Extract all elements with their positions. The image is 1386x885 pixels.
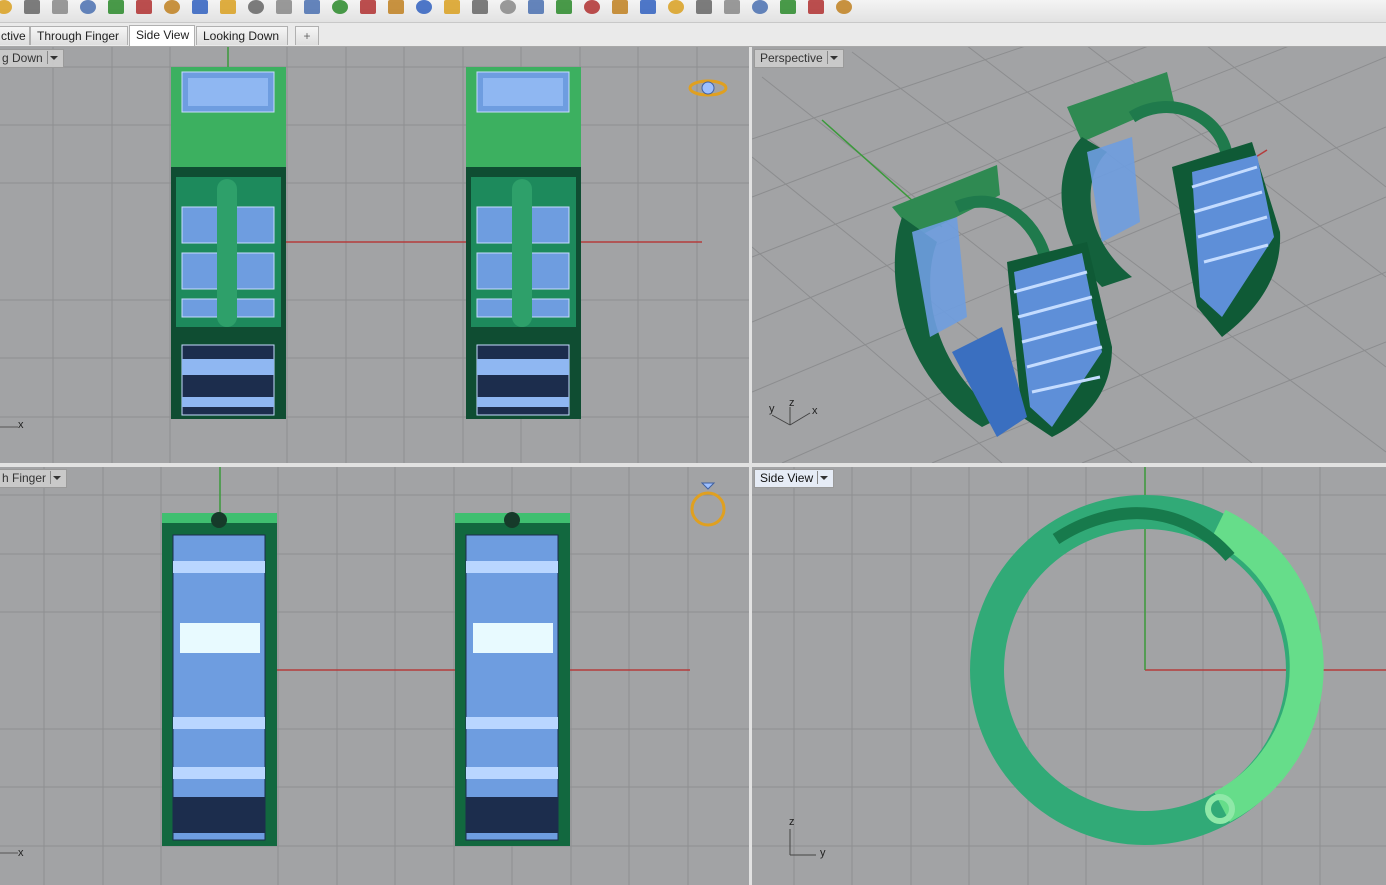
- viewport-splitter-horizontal[interactable]: [0, 463, 1386, 467]
- axis-y-label: y: [820, 847, 826, 859]
- redo-icon[interactable]: [220, 0, 236, 14]
- ring-icon-top-view: [688, 79, 728, 97]
- earring-right-finger-view: [455, 512, 570, 846]
- axis-x-label: x: [812, 405, 818, 417]
- copy-page-icon[interactable]: [80, 0, 96, 14]
- tab-looking-down[interactable]: Looking Down: [196, 26, 288, 45]
- viewport-looking-down[interactable]: g Down x: [0, 47, 749, 463]
- zoom-target-icon[interactable]: [416, 0, 432, 14]
- axis-z-label: z: [789, 397, 795, 409]
- earring-right-top-view: [466, 67, 581, 419]
- viewport-label-side-view[interactable]: Side View: [754, 469, 835, 488]
- four-view-icon[interactable]: [444, 0, 460, 14]
- viewport-side-view[interactable]: Side View z y: [752, 467, 1386, 885]
- color-wheel-icon[interactable]: [640, 0, 656, 14]
- chevron-down-icon[interactable]: [826, 51, 838, 65]
- tab-through-finger[interactable]: Through Finger: [30, 26, 128, 45]
- looking-down-canvas: [0, 47, 749, 463]
- copy-icon[interactable]: [136, 0, 152, 14]
- paste-icon[interactable]: [164, 0, 180, 14]
- dimension-icon[interactable]: [808, 0, 824, 14]
- tab-side-view[interactable]: Side View: [129, 25, 195, 46]
- brush-icon[interactable]: [752, 0, 768, 14]
- axis-y-label: y: [769, 403, 775, 415]
- chevron-down-icon[interactable]: [46, 51, 58, 65]
- zoom-icon[interactable]: [304, 0, 320, 14]
- settings-gear-icon[interactable]: [780, 0, 796, 14]
- main-toolbar: [0, 0, 1386, 23]
- pan-icon[interactable]: [248, 0, 264, 14]
- light-icon[interactable]: [556, 0, 572, 14]
- render-sphere-icon[interactable]: [668, 0, 684, 14]
- axis-triad: [771, 407, 811, 426]
- viewport-label-perspective[interactable]: Perspective: [754, 49, 844, 68]
- save-icon[interactable]: [24, 0, 40, 14]
- new-file-icon[interactable]: [0, 0, 12, 14]
- undo-icon[interactable]: [192, 0, 208, 14]
- cut-icon[interactable]: [108, 0, 124, 14]
- zoom-window-icon[interactable]: [332, 0, 348, 14]
- ring-icon-finger-view: [690, 482, 726, 527]
- rotate-icon[interactable]: [276, 0, 292, 14]
- through-finger-canvas: [0, 467, 749, 885]
- zoom-selected-icon[interactable]: [388, 0, 404, 14]
- side-view-canvas: [752, 467, 1386, 885]
- blue-sphere-icon[interactable]: [724, 0, 740, 14]
- help-icon[interactable]: [836, 0, 852, 14]
- chevron-down-icon[interactable]: [817, 471, 829, 485]
- viewport-tab-bar: ctive Through Finger Side View Looking D…: [0, 23, 1386, 47]
- viewport-label-through-finger[interactable]: h Finger: [0, 469, 68, 488]
- earring-left-top-view: [171, 67, 286, 419]
- select-icon[interactable]: [528, 0, 544, 14]
- viewport-perspective[interactable]: Perspective y z x: [752, 47, 1386, 463]
- perspective-canvas: [752, 47, 1386, 463]
- axis-x-label: x: [18, 847, 24, 859]
- axis-z-label: z: [789, 816, 795, 828]
- tab-perspective[interactable]: ctive: [0, 26, 30, 45]
- properties-icon[interactable]: [500, 0, 516, 14]
- shaded-sphere-icon[interactable]: [696, 0, 712, 14]
- viewport-through-finger[interactable]: h Finger x: [0, 467, 749, 885]
- earring-left-finger-view: [162, 512, 277, 846]
- material-icon[interactable]: [612, 0, 628, 14]
- grid-lines: [0, 47, 749, 463]
- car-render-icon[interactable]: [472, 0, 488, 14]
- add-tab-button[interactable]: +: [295, 26, 319, 45]
- grid-lines: [0, 467, 749, 885]
- layer-icon[interactable]: [584, 0, 600, 14]
- viewport-label-looking-down[interactable]: g Down: [0, 49, 64, 68]
- print-icon[interactable]: [52, 0, 68, 14]
- zoom-extents-icon[interactable]: [360, 0, 376, 14]
- chevron-down-icon[interactable]: [50, 471, 62, 485]
- axis-x-label: x: [18, 419, 24, 431]
